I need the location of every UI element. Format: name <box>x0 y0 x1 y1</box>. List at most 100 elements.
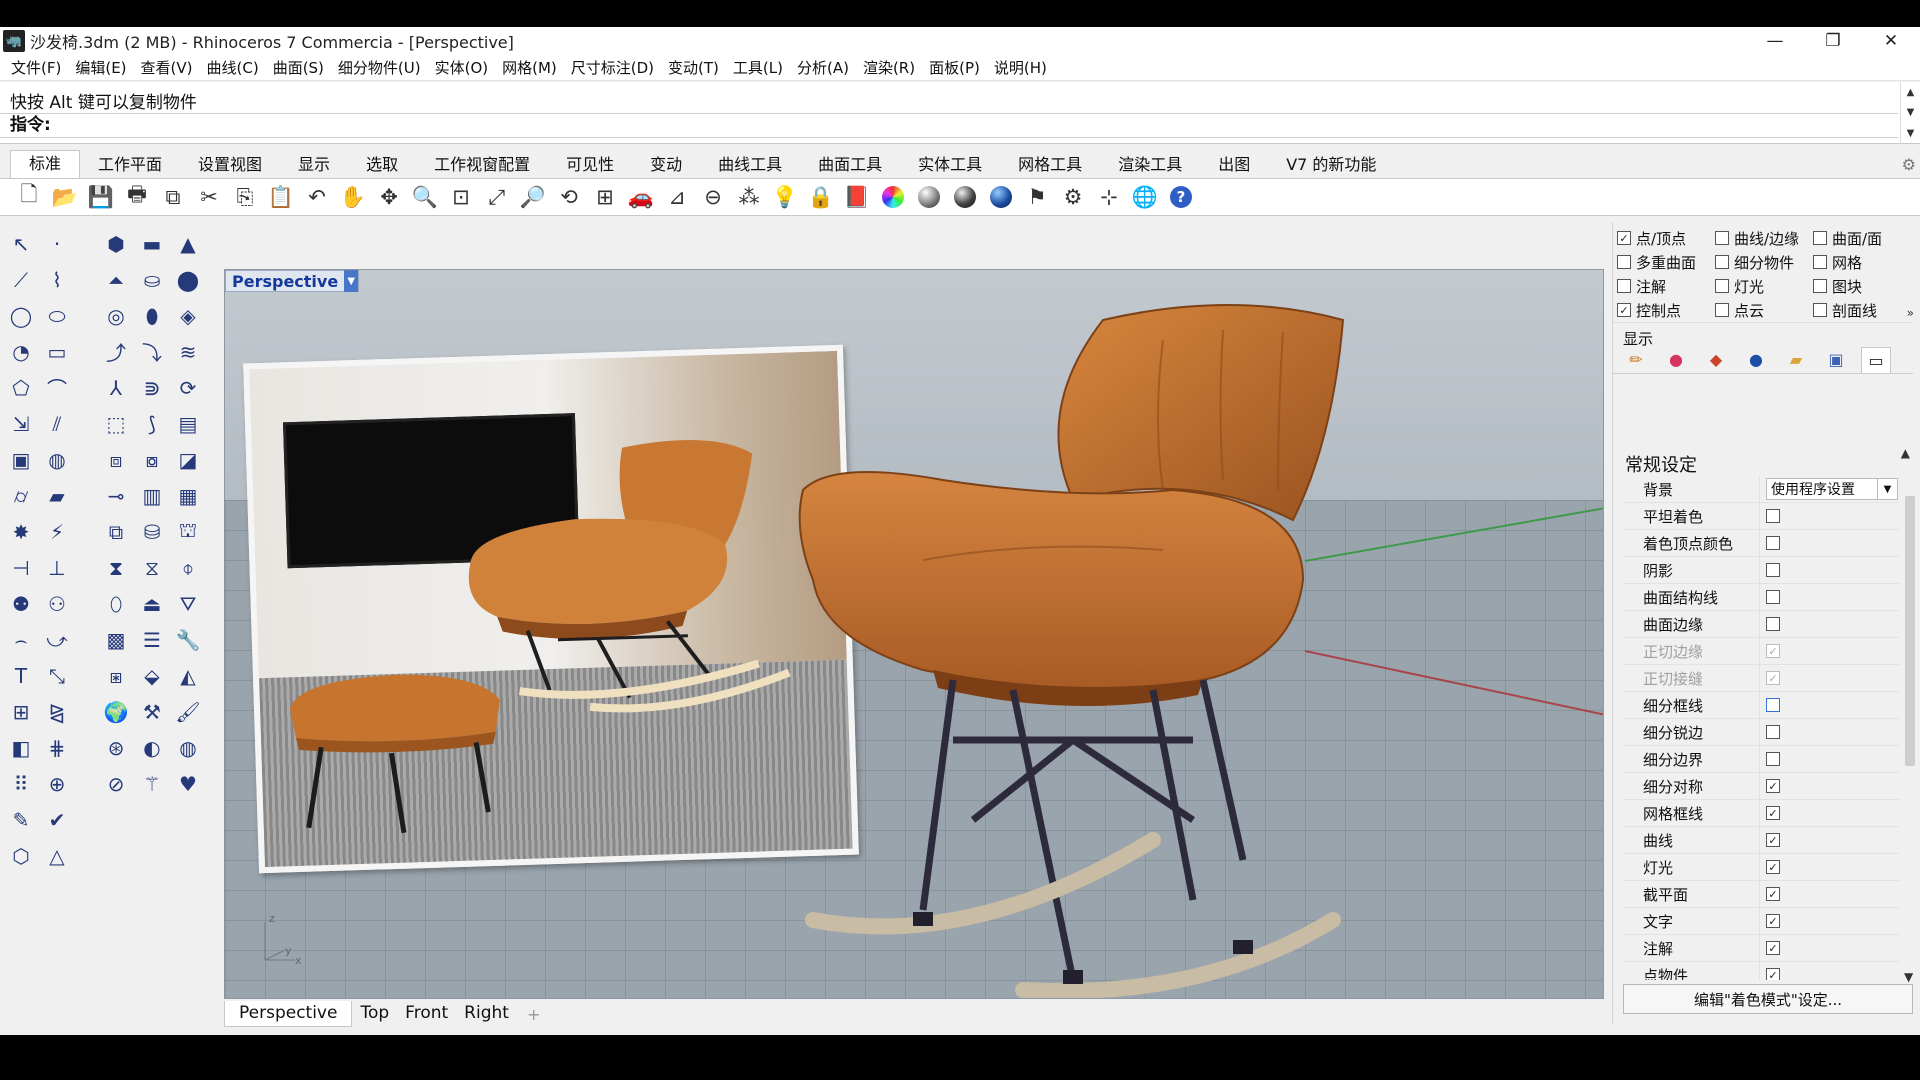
earth-icon[interactable]: 🌍 <box>101 698 131 725</box>
viewport-layout-icon[interactable]: ⊞ <box>590 182 620 212</box>
chevron-down-icon[interactable]: ▼ <box>1877 479 1897 499</box>
menu-item[interactable]: 编辑(E) <box>68 57 133 78</box>
boolean-diff-icon[interactable]: ⧇ <box>137 446 167 473</box>
flow-icon[interactable]: ⧉ <box>101 518 131 545</box>
boolean-union-icon[interactable]: ⧈ <box>101 446 131 473</box>
pyramid-icon[interactable]: ⏶ <box>101 266 131 293</box>
menu-item[interactable]: 分析(A) <box>790 57 856 78</box>
bend-icon[interactable]: ⧖ <box>137 554 167 581</box>
explode-icon[interactable]: ✸ <box>6 518 36 545</box>
brush-icon[interactable]: 🖌 <box>173 698 203 725</box>
cylinder-solid-icon[interactable]: ⛀ <box>137 266 167 293</box>
box-icon[interactable]: ▣ <box>6 446 36 473</box>
copy-icon[interactable]: ⎘ <box>230 182 260 212</box>
options-gear-icon[interactable]: ⚙ <box>1058 182 1088 212</box>
folder-panel-icon[interactable]: ▰ <box>1781 347 1811 373</box>
menu-item[interactable]: 曲面(S) <box>266 57 331 78</box>
tab-6[interactable]: 可见性 <box>548 152 632 178</box>
osnap-0[interactable]: ✓端点 <box>10 1033 59 1036</box>
tab-14[interactable]: V7 的新功能 <box>1268 152 1394 178</box>
filter-item[interactable]: ✓ 点/顶点 <box>1617 228 1715 248</box>
ungroup-icon[interactable]: ⚇ <box>42 590 72 617</box>
dot-grid-icon[interactable]: ⠿ <box>6 770 36 797</box>
property-checkbox[interactable]: ✓ <box>1766 644 1780 658</box>
extend-icon[interactable]: ⇲ <box>6 410 36 437</box>
car-icon[interactable]: 🚗 <box>626 182 656 212</box>
scroll-down-icon[interactable]: ▼ <box>1907 107 1915 118</box>
tab-7[interactable]: 变动 <box>632 152 700 178</box>
select-points-icon[interactable]: ⁂ <box>734 182 764 212</box>
smart-track-icon[interactable]: ⊛ <box>101 734 131 761</box>
menu-item[interactable]: 查看(V) <box>134 57 200 78</box>
sphere-icon[interactable]: ⬤ <box>173 266 203 293</box>
filter-item[interactable]: 网格 <box>1813 252 1911 272</box>
layer-icon[interactable]: 📕 <box>842 182 872 212</box>
mirror-icon[interactable]: ⧎ <box>42 698 72 725</box>
pan-hand-icon[interactable]: ✋ <box>338 182 368 212</box>
tab-10[interactable]: 实体工具 <box>900 152 1000 178</box>
cage-icon[interactable]: ⬯ <box>101 590 131 617</box>
tree-icon[interactable]: ⚚ <box>137 770 167 797</box>
command-prompt-input[interactable]: 指令: <box>0 113 1898 138</box>
export-icon[interactable]: ⧉ <box>158 182 188 212</box>
osnap-disable[interactable]: 停用 <box>758 1033 807 1036</box>
close-button[interactable]: ✕ <box>1862 27 1920 55</box>
wrench-icon[interactable]: 🔧 <box>173 626 203 653</box>
arc-icon[interactable]: ◔ <box>6 338 36 365</box>
property-checkbox[interactable]: ✓ <box>1766 941 1780 955</box>
render-sphere-icon[interactable] <box>950 182 980 212</box>
reference-photo[interactable] <box>243 344 859 874</box>
filter-checkbox[interactable] <box>1813 303 1827 317</box>
new-file-icon[interactable]: 🗋 <box>14 182 44 212</box>
filter-item[interactable]: 注解 <box>1617 276 1715 296</box>
edit-display-mode-button[interactable]: 编辑"着色模式"设定... <box>1623 984 1913 1014</box>
material-panel-icon[interactable]: ◆ <box>1701 347 1731 373</box>
property-checkbox[interactable] <box>1766 725 1780 739</box>
command-scrollbar[interactable]: ▲ ▼ ▼ <box>1900 82 1920 144</box>
property-checkbox[interactable]: ✓ <box>1766 968 1780 980</box>
array-icon[interactable]: ⊞ <box>6 698 36 725</box>
pipe-icon[interactable]: ⊸ <box>101 482 131 509</box>
tab-8[interactable]: 曲线工具 <box>700 152 800 178</box>
lock-icon[interactable]: 🔒 <box>806 182 836 212</box>
menu-item[interactable]: 细分物件(U) <box>331 57 428 78</box>
fillet-edge-icon[interactable]: ◪ <box>173 446 203 473</box>
zoom-extents-icon[interactable]: ⤢ <box>482 182 512 212</box>
render-settings-icon[interactable]: ⚒ <box>137 698 167 725</box>
property-checkbox[interactable] <box>1766 752 1780 766</box>
cone-icon[interactable]: ▲ <box>173 230 203 257</box>
property-checkbox[interactable]: ✓ <box>1766 833 1780 847</box>
menu-item[interactable]: 变动(T) <box>661 57 726 78</box>
filter-item[interactable]: 点云 <box>1715 300 1813 320</box>
rotate-icon[interactable]: ⟲ <box>554 182 584 212</box>
no-entry-icon[interactable]: ⊘ <box>101 770 131 797</box>
tab-12[interactable]: 渲染工具 <box>1100 152 1200 178</box>
property-checkbox[interactable]: ✓ <box>1766 671 1780 685</box>
filter-item[interactable]: ✓ 控制点 <box>1617 300 1715 320</box>
property-checkbox[interactable]: ✓ <box>1766 779 1780 793</box>
scroll-down-icon[interactable]: ▼ <box>1904 970 1913 984</box>
curve-icon[interactable]: ⌇ <box>42 266 72 293</box>
point-icon[interactable]: · <box>42 230 72 257</box>
arc-tool-icon[interactable]: ⌢ <box>6 626 36 653</box>
dimension-icon[interactable]: ⊹ <box>1094 182 1124 212</box>
tab-0[interactable]: 标准 <box>10 150 81 178</box>
menu-item[interactable]: 面板(P) <box>922 57 987 78</box>
osnap-6[interactable]: ✓垂点 <box>379 1033 428 1036</box>
section-title[interactable]: 常规设定 <box>1625 451 1697 477</box>
tab-3[interactable]: 显示 <box>280 152 348 178</box>
menu-item[interactable]: 曲线(C) <box>200 57 266 78</box>
scroll-thumb[interactable] <box>1905 496 1915 766</box>
property-checkbox[interactable] <box>1766 698 1780 712</box>
torus-icon[interactable]: ◎ <box>101 302 131 329</box>
filter-item[interactable]: 细分物件 <box>1715 252 1813 272</box>
minimize-button[interactable]: — <box>1746 27 1804 55</box>
filter-checkbox[interactable] <box>1617 255 1631 269</box>
property-checkbox[interactable] <box>1766 590 1780 604</box>
gumball-yellow-icon[interactable]: ◐ <box>137 734 167 761</box>
tab-5[interactable]: 工作视窗配置 <box>416 152 548 178</box>
property-checkbox[interactable] <box>1766 509 1780 523</box>
osnap-3[interactable]: ✓中点 <box>187 1033 236 1036</box>
cap-icon[interactable]: ▤ <box>173 410 203 437</box>
property-checkbox[interactable] <box>1766 563 1780 577</box>
